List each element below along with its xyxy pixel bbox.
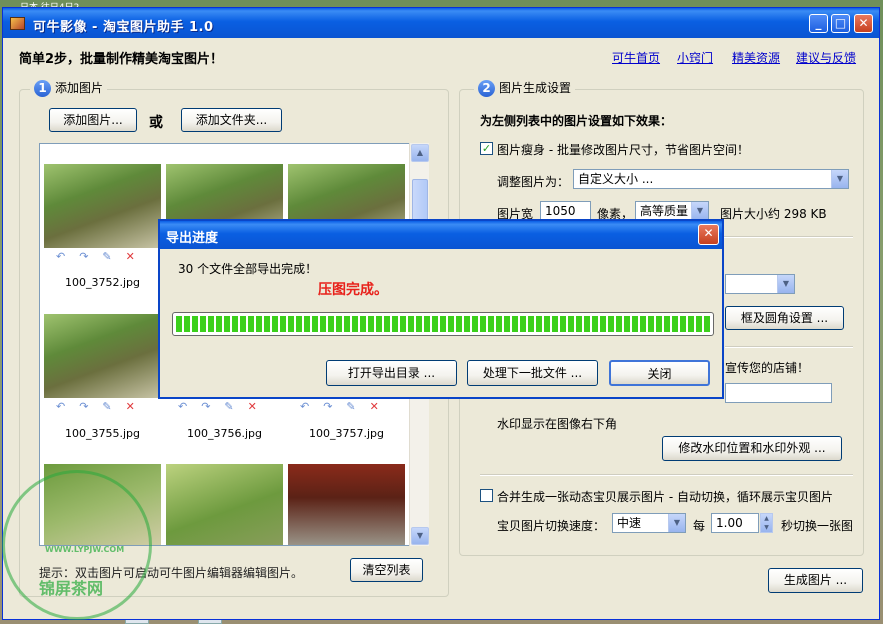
chevron-down-icon[interactable]: ▼ [691, 202, 708, 220]
close-button[interactable]: ✕ [854, 14, 873, 33]
watermark-intro: 宣传您的店铺！ [725, 361, 810, 375]
link-feedback[interactable]: 建议与反馈 [796, 49, 856, 66]
generate-button[interactable]: 生成图片 ... [768, 568, 863, 593]
link-home[interactable]: 可牛首页 [612, 49, 660, 66]
adjust-select[interactable]: 自定义大小 ... ▼ [573, 169, 849, 189]
file-name: 100_3757.jpg [308, 427, 384, 440]
quality-select[interactable]: 高等质量 ▼ [635, 201, 709, 221]
thumbnail[interactable] [288, 464, 405, 545]
file-name: 100_3752.jpg [64, 276, 140, 289]
dialog-message: 30 个文件全部导出完成！ [178, 262, 318, 276]
headline: 简单2步，批量制作精美淘宝图片！ [19, 52, 224, 67]
watermark-url: WWW.LYPJW.COM [45, 545, 125, 554]
step-number: 2 [478, 80, 495, 97]
border-style-select[interactable]: ▼ [725, 274, 795, 294]
adjust-value: 自定义大小 ... [578, 172, 654, 186]
quality-value: 高等质量 [640, 204, 689, 218]
settings-intro: 为左侧列表中的图片设置如下效果： [480, 114, 673, 128]
site-watermark-logo: WWW.LYPJW.COM 锦屏茶网 [2, 470, 152, 620]
item-toolbar[interactable]: ↶↷✎✕ [166, 400, 283, 414]
dialog-status: 压图完成。 [318, 282, 388, 298]
thumbnail[interactable] [44, 314, 161, 398]
size-estimate: 图片大小约 298 KB [720, 207, 827, 221]
thumbnail[interactable] [166, 464, 283, 545]
group-title-text: 添加图片 [55, 81, 104, 95]
chevron-down-icon[interactable]: ▼ [668, 514, 685, 532]
adjust-label: 调整图片为： [497, 175, 570, 189]
chevron-down-icon[interactable]: ▼ [831, 170, 848, 188]
window-title: 可牛影像 - 淘宝图片助手 1.0 [33, 20, 214, 35]
group-title-text: 图片生成设置 [499, 81, 572, 95]
seconds-label: 秒切换一张图 [781, 519, 854, 533]
speed-value: 中速 [617, 516, 642, 530]
add-images-button[interactable]: 添加图片... [49, 108, 137, 132]
link-tips[interactable]: 小窍门 [677, 49, 713, 66]
scroll-down-icon[interactable]: ▼ [411, 527, 429, 545]
minimize-button[interactable]: _ [809, 14, 828, 33]
divider [725, 346, 853, 348]
slim-checkbox[interactable]: ✓ [480, 142, 493, 155]
watermark-position-text: 水印显示在图像右下角 [497, 417, 618, 431]
watermark-settings-button[interactable]: 修改水印位置和水印外观 ... [662, 436, 842, 461]
divider [480, 474, 853, 476]
seconds-spinner[interactable]: ▲ ▼ [760, 513, 773, 533]
add-folder-button[interactable]: 添加文件夹... [181, 108, 282, 132]
dialog-title-bar[interactable]: 导出进度 ✕ [160, 221, 722, 249]
chevron-down-icon[interactable]: ▼ [777, 275, 794, 293]
title-bar[interactable]: 可牛影像 - 淘宝图片助手 1.0 _ □ ✕ [3, 8, 879, 38]
progress-fill [176, 316, 710, 332]
merge-checkbox[interactable] [480, 489, 493, 502]
border-settings-button[interactable]: 框及圆角设置 ... [725, 306, 844, 330]
merge-label: 合并生成一张动态宝贝展示图片 - 自动切换，循环展示宝贝图片 [497, 490, 833, 504]
maximize-button[interactable]: □ [831, 14, 850, 33]
item-toolbar[interactable]: ↶↷✎✕ [288, 400, 405, 414]
every-label: 每 [693, 519, 706, 533]
file-name: 100_3756.jpg [186, 427, 262, 440]
item-toolbar[interactable]: ↶↷✎✕ [44, 250, 161, 264]
item-toolbar[interactable]: ↶↷✎✕ [44, 400, 161, 414]
width-input[interactable]: 1050 [540, 201, 591, 221]
dialog-title: 导出进度 [166, 231, 219, 246]
group-title-settings: 2 图片生成设置 [474, 79, 576, 97]
speed-select[interactable]: 中速 ▼ [612, 513, 686, 533]
link-resources[interactable]: 精美资源 [732, 49, 780, 66]
scroll-up-icon[interactable]: ▲ [411, 144, 429, 162]
or-text: 或 [149, 115, 163, 131]
clear-list-button[interactable]: 清空列表 [350, 558, 423, 582]
next-batch-button[interactable]: 处理下一批文件 ... [467, 360, 598, 386]
seconds-input[interactable]: 1.00 [711, 513, 759, 533]
watermark-text: 锦屏茶网 [39, 579, 104, 598]
progress-bar [172, 312, 714, 336]
slim-label: 图片瘦身 - 批量修改图片尺寸，节省图片空间！ [497, 143, 749, 157]
thumbnail[interactable] [44, 164, 161, 248]
app-icon [10, 17, 25, 30]
speed-label: 宝贝图片切换速度： [497, 519, 606, 533]
group-title-add: 1 添加图片 [30, 79, 108, 97]
dialog-close-action-button[interactable]: 关闭 [609, 360, 710, 386]
step-number: 1 [34, 80, 51, 97]
dialog-close-button[interactable]: ✕ [698, 224, 719, 245]
export-progress-dialog: 导出进度 ✕ 30 个文件全部导出完成！ 压图完成。 打开导出目录 ... 处理… [158, 219, 724, 399]
watermark-text-input[interactable] [725, 383, 832, 403]
file-name: 100_3755.jpg [64, 427, 140, 440]
open-export-dir-button[interactable]: 打开导出目录 ... [326, 360, 457, 386]
